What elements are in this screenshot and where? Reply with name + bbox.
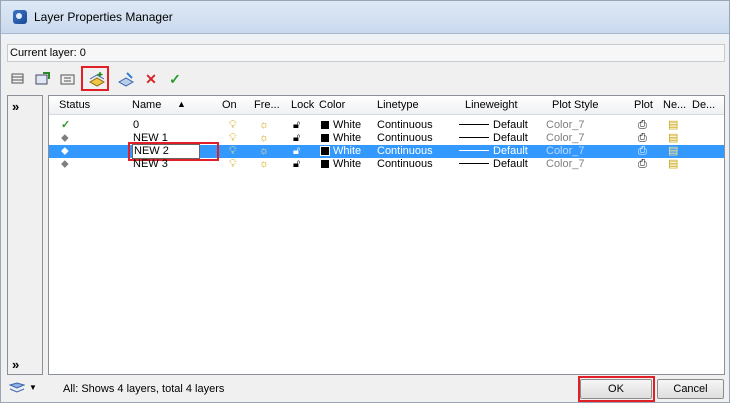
color-swatch	[320, 146, 330, 156]
layer-status-icon: ⬥	[61, 145, 69, 157]
lineweight: Default	[493, 158, 528, 170]
layer-name[interactable]: NEW 3	[133, 158, 168, 171]
filter-tree-pane: » »	[7, 95, 43, 375]
sun-thawed-icon[interactable]: ☼	[259, 158, 269, 171]
expand-filter-tree-bottom-icon[interactable]: »	[12, 357, 19, 372]
linetype[interactable]: Continuous	[377, 158, 433, 171]
lightbulb-on-icon[interactable]: 💡︎	[229, 119, 237, 132]
filter-menu-icon[interactable]	[8, 382, 26, 396]
lineweight: Default	[493, 119, 528, 131]
unlock-icon[interactable]: 🔓︎	[293, 145, 300, 158]
plot-style: Color_7	[546, 145, 585, 157]
col-plot-style[interactable]: Plot Style	[552, 99, 598, 111]
lineweight: Default	[493, 145, 528, 157]
toolbar: ✕ ✓	[1, 65, 729, 93]
lineweight-cell[interactable]: Default	[459, 132, 528, 145]
col-name[interactable]: Name	[132, 99, 161, 111]
new-group-filter-icon[interactable]	[33, 69, 53, 89]
new-property-filter-icon[interactable]	[8, 69, 28, 89]
color-name: White	[333, 132, 362, 144]
title-strip	[1, 34, 729, 41]
status-message: All: Shows 4 layers, total 4 layers	[63, 383, 225, 395]
color-cell[interactable]: White	[321, 119, 361, 132]
sun-thawed-icon[interactable]: ☼	[259, 119, 269, 132]
lineweight-sample	[459, 124, 489, 125]
col-status[interactable]: Status	[59, 99, 90, 111]
title-bar: Layer Properties Manager	[1, 1, 729, 34]
unlock-icon[interactable]: 🔓︎	[293, 158, 300, 171]
grid-header: Status Name ▲ On Fre... Lock Color Linet…	[49, 96, 724, 115]
table-row[interactable]: ✓ 0 💡︎ ☼ 🔓︎ White Continuous Default Col…	[49, 119, 724, 132]
lightbulb-on-icon[interactable]: 💡︎	[229, 145, 237, 158]
col-plot[interactable]: Plot	[634, 99, 653, 111]
vp-freeze-icon[interactable]: ▤	[668, 119, 678, 132]
layer-name[interactable]: 0	[133, 119, 139, 132]
plot-style: Color_7	[546, 119, 585, 131]
color-swatch	[321, 134, 329, 142]
lightbulb-on-icon[interactable]: 💡︎	[229, 158, 237, 171]
layer-list-grid: Status Name ▲ On Fre... Lock Color Linet…	[48, 95, 725, 375]
vp-freeze-icon[interactable]: ▤	[668, 132, 678, 145]
cancel-button[interactable]: Cancel	[657, 379, 724, 399]
layer-status-icon: ⬥	[61, 132, 69, 144]
unlock-icon[interactable]: 🔓︎	[293, 119, 300, 132]
color-cell[interactable]: White	[321, 132, 361, 145]
lightbulb-on-icon[interactable]: 💡︎	[229, 132, 237, 145]
linetype[interactable]: Continuous	[377, 132, 433, 145]
linetype[interactable]: Continuous	[377, 145, 433, 158]
color-swatch	[321, 160, 329, 168]
table-row[interactable]: ⬥ NEW 3 💡︎ ☼ 🔓︎ White Continuous Default…	[49, 158, 724, 171]
color-cell[interactable]: White	[321, 158, 361, 171]
vp-freeze-icon[interactable]: ▤	[668, 145, 678, 158]
col-new-vp-freeze[interactable]: Ne...	[663, 99, 686, 111]
printer-icon[interactable]: ⎙	[638, 158, 647, 171]
sun-thawed-icon[interactable]: ☼	[259, 132, 269, 145]
plot-style: Color_7	[546, 158, 585, 170]
col-freeze[interactable]: Fre...	[254, 99, 280, 111]
expand-filter-tree-icon[interactable]: »	[12, 99, 19, 114]
sun-thawed-icon[interactable]: ☼	[259, 145, 269, 158]
color-swatch	[321, 121, 329, 129]
col-color[interactable]: Color	[319, 99, 345, 111]
layer-states-manager-icon[interactable]	[58, 69, 78, 89]
new-layer-vp-frozen-icon[interactable]	[116, 69, 136, 89]
set-current-icon[interactable]: ✓	[165, 69, 185, 89]
current-layer-field: Current layer: 0	[7, 44, 725, 62]
color-name: White	[333, 119, 362, 131]
lineweight-sample	[459, 163, 489, 164]
printer-icon[interactable]: ⎙	[638, 132, 647, 145]
col-on[interactable]: On	[222, 99, 237, 111]
lineweight-sample	[459, 150, 489, 151]
color-name: White	[333, 158, 362, 170]
layer-properties-window: Layer Properties Manager Current layer: …	[0, 0, 730, 403]
printer-icon[interactable]: ⎙	[638, 119, 647, 132]
ok-highlight	[578, 376, 655, 402]
lineweight-cell[interactable]: Default	[459, 119, 528, 132]
lineweight-cell[interactable]: Default	[459, 145, 528, 158]
color-name: White	[333, 145, 362, 157]
current-layer-label: Current layer: 0	[10, 47, 86, 59]
col-linetype[interactable]: Linetype	[377, 99, 419, 111]
printer-icon[interactable]: ⎙	[638, 145, 647, 158]
linetype[interactable]: Continuous	[377, 119, 433, 132]
sort-ascending-icon: ▲	[177, 99, 186, 109]
current-layer-check-icon: ✓	[61, 119, 71, 131]
window-title: Layer Properties Manager	[34, 10, 173, 24]
delete-layer-icon[interactable]: ✕	[141, 69, 161, 89]
col-description[interactable]: De...	[692, 99, 715, 111]
plot-style: Color_7	[546, 132, 585, 144]
lineweight: Default	[493, 132, 528, 144]
layer-status-icon: ⬥	[61, 158, 69, 170]
unlock-icon[interactable]: 🔓︎	[293, 132, 300, 145]
col-lineweight[interactable]: Lineweight	[465, 99, 518, 111]
lineweight-cell[interactable]: Default	[459, 158, 528, 171]
new-layer-highlight	[81, 66, 109, 91]
vp-freeze-icon[interactable]: ▤	[668, 158, 678, 171]
autocad-app-icon	[13, 10, 27, 24]
lineweight-sample	[459, 137, 489, 138]
col-lock[interactable]: Lock	[291, 99, 314, 111]
table-row-selected[interactable]: ⬥ NEW 2 💡︎ ☼ 🔓︎ White Continuous Default…	[49, 142, 724, 161]
dropdown-arrow-icon[interactable]: ▼	[29, 383, 37, 392]
color-cell[interactable]: White	[320, 145, 362, 158]
